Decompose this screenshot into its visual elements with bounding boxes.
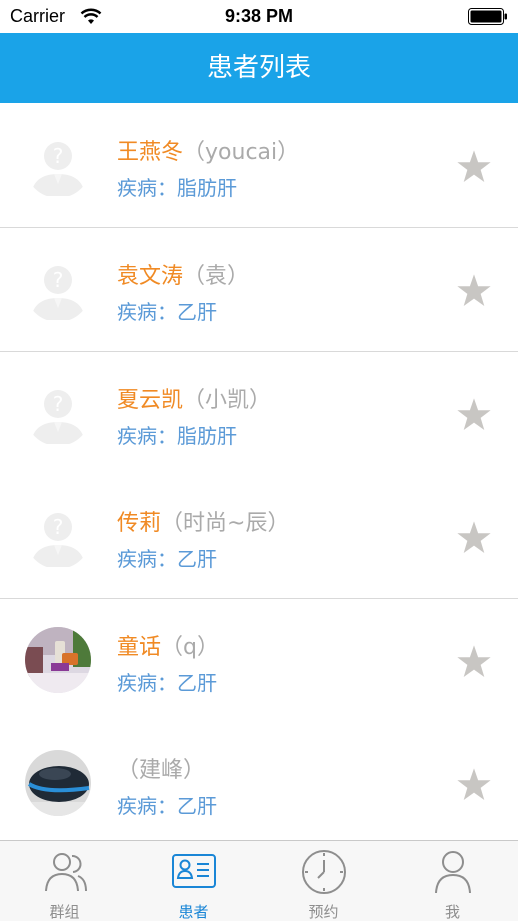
person-icon [435, 851, 471, 894]
tab-label: 群组 [49, 903, 80, 921]
tab-label: 我 [444, 903, 460, 921]
patient-disease: 疾病：脂肪肝 [117, 424, 237, 448]
patient-name-line: 夏云凯（小凯） [117, 382, 271, 414]
clock-icon [302, 850, 346, 894]
patient-nickname: （小凯） [183, 388, 272, 413]
battery-icon [468, 8, 507, 25]
patient-disease: 疾病：乙肝 [117, 794, 217, 818]
photo-avatar [25, 627, 91, 693]
default-avatar-icon: ? [25, 503, 91, 569]
patient-card-icon [172, 854, 216, 888]
patient-name-line: （建峰） [117, 752, 205, 784]
patient-nickname: （youcai） [183, 140, 300, 165]
tab-label: 预约 [308, 903, 339, 921]
patient-name-line: 童话（q） [117, 629, 219, 661]
status-bar: Carrier 9:38 PM [0, 0, 518, 33]
tab-appointments[interactable]: 预约 [259, 841, 388, 921]
nav-bar: 患者列表 [0, 33, 518, 103]
svg-text:?: ? [53, 144, 64, 168]
tab-me[interactable]: 我 [388, 841, 517, 921]
patient-row[interactable]: ? 传莉（时尚~辰） 疾病：乙肝 [0, 475, 518, 599]
page-title: 患者列表 [206, 53, 311, 83]
patient-name: 传莉 [117, 511, 162, 536]
tab-patients[interactable]: 患者 [129, 841, 258, 921]
star-icon[interactable] [455, 643, 493, 681]
default-avatar-icon: ? [25, 380, 91, 446]
patient-disease: 疾病：脂肪肝 [117, 176, 237, 200]
svg-text:?: ? [53, 392, 64, 416]
star-icon[interactable] [455, 396, 493, 434]
star-icon[interactable] [455, 766, 493, 804]
svg-text:?: ? [53, 515, 64, 539]
patient-nickname: （建峰） [117, 758, 206, 783]
patient-nickname: （袁） [183, 264, 250, 289]
tab-groups[interactable]: 群组 [0, 841, 129, 921]
patient-nickname: （q） [161, 635, 219, 660]
patient-name: 王燕冬 [117, 140, 184, 165]
patient-name: 童话 [117, 635, 162, 660]
patient-row[interactable]: ? 袁文涛（袁） 疾病：乙肝 [0, 228, 518, 352]
patient-row[interactable]: ? 夏云凯（小凯） 疾病：脂肪肝 [0, 352, 518, 476]
patient-row[interactable]: （建峰） 疾病：乙肝 [0, 722, 518, 840]
group-icon [45, 853, 87, 892]
patient-name: 袁文涛 [117, 264, 184, 289]
patient-name: 夏云凯 [117, 388, 184, 413]
default-avatar-icon: ? [25, 132, 91, 198]
star-icon[interactable] [455, 272, 493, 310]
star-icon[interactable] [455, 519, 493, 557]
patient-disease: 疾病：乙肝 [117, 547, 217, 571]
patient-row[interactable]: 童话（q） 疾病：乙肝 [0, 599, 518, 723]
tab-bar: 群组 患者 预约 我 [0, 840, 518, 921]
patient-row[interactable]: ? 王燕冬（youcai） 疾病：脂肪肝 [0, 104, 518, 228]
patient-name-line: 袁文涛（袁） [117, 258, 249, 290]
patient-name-line: 传莉（时尚~辰） [117, 505, 289, 537]
patient-nickname: （时尚~辰） [161, 511, 290, 536]
tab-label: 患者 [178, 903, 209, 921]
patient-name-line: 王燕冬（youcai） [117, 134, 299, 166]
star-icon[interactable] [455, 148, 493, 186]
patient-disease: 疾病：乙肝 [117, 300, 217, 324]
patient-list[interactable]: ? 王燕冬（youcai） 疾病：脂肪肝 ? 袁文涛（袁） 疾病：乙肝 ? 夏云… [0, 104, 518, 840]
status-time: 9:38 PM [224, 6, 294, 26]
default-avatar-icon: ? [25, 256, 91, 322]
photo-avatar [25, 750, 91, 816]
svg-text:?: ? [53, 268, 64, 292]
patient-disease: 疾病：乙肝 [117, 671, 217, 695]
